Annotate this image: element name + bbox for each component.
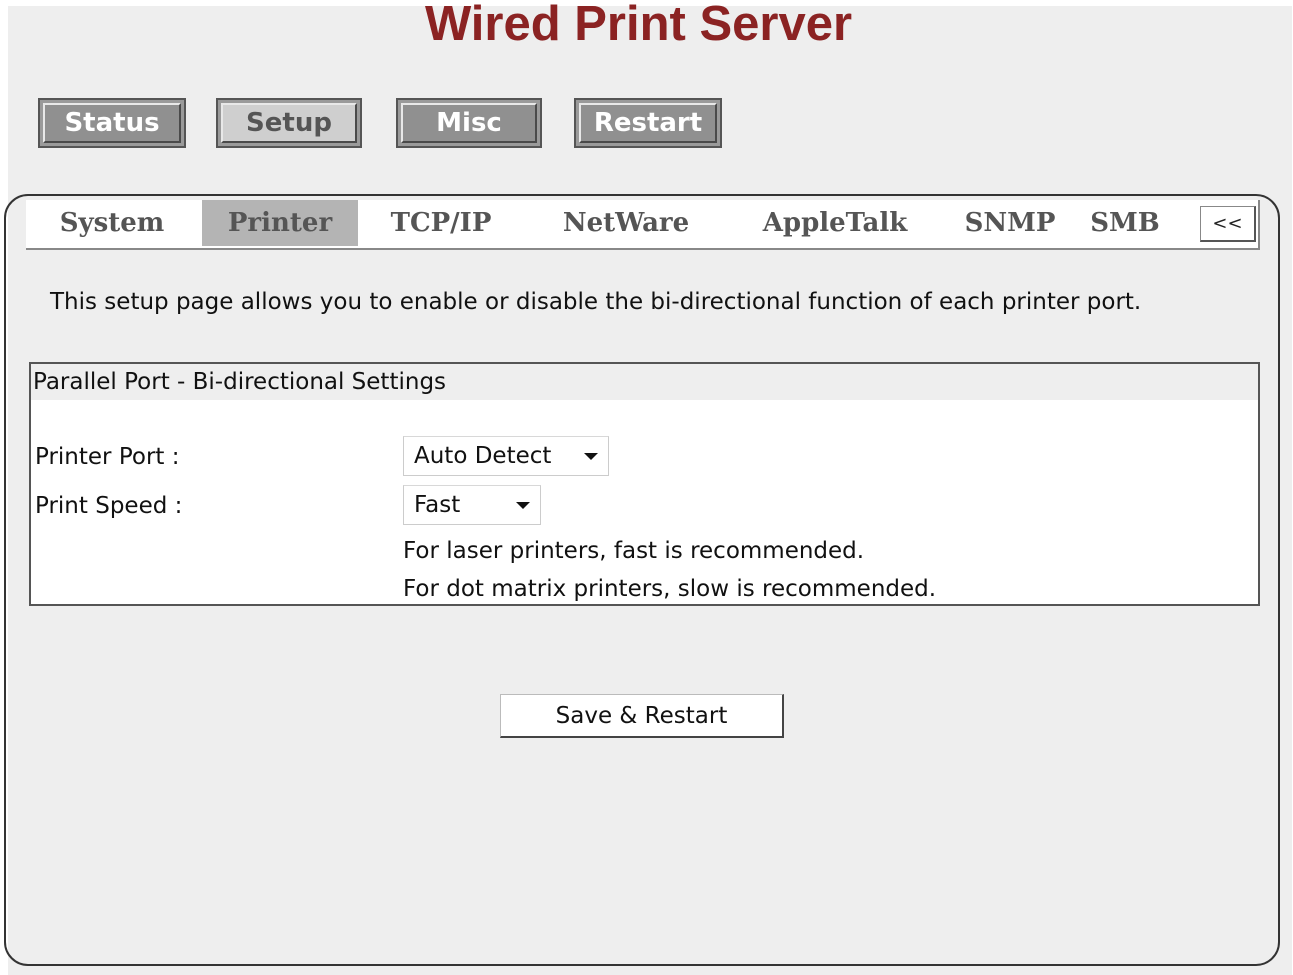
- tab-appletalk[interactable]: AppleTalk: [742, 200, 928, 246]
- chevron-down-icon: [516, 502, 530, 509]
- print-speed-select[interactable]: Fast: [403, 485, 541, 525]
- page-title: Wired Print Server: [424, 0, 853, 51]
- status-button[interactable]: Status: [38, 98, 186, 148]
- setup-button[interactable]: Setup: [216, 98, 362, 148]
- restart-button-label: Restart: [579, 103, 717, 143]
- misc-button[interactable]: Misc: [396, 98, 542, 148]
- printer-port-label: Printer Port :: [35, 444, 180, 470]
- print-speed-value: Fast: [414, 492, 461, 518]
- tab-system[interactable]: System: [30, 200, 194, 246]
- tab-netware[interactable]: NetWare: [536, 200, 716, 246]
- settings-heading: Parallel Port - Bi-directional Settings: [31, 364, 1258, 400]
- bidirectional-settings-box: Parallel Port - Bi-directional Settings …: [29, 362, 1260, 606]
- page-description: This setup page allows you to enable or …: [50, 289, 1142, 315]
- tab-smb[interactable]: SMB: [1078, 200, 1172, 246]
- laser-printer-hint: For laser printers, fast is recommended.: [403, 538, 865, 564]
- print-speed-label: Print Speed :: [35, 493, 183, 519]
- status-button-label: Status: [43, 103, 181, 143]
- tab-snmp[interactable]: SNMP: [952, 200, 1068, 246]
- tab-tcpip[interactable]: TCP/IP: [366, 200, 516, 246]
- setup-button-label: Setup: [221, 103, 357, 143]
- tab-scroll-back-button[interactable]: <<: [1200, 206, 1256, 242]
- setup-tab-bar: System Printer TCP/IP NetWare AppleTalk …: [26, 200, 1260, 250]
- chevron-down-icon: [584, 453, 598, 460]
- restart-button[interactable]: Restart: [574, 98, 722, 148]
- save-restart-button[interactable]: Save & Restart: [500, 694, 784, 738]
- printer-port-select[interactable]: Auto Detect: [403, 436, 609, 476]
- tab-printer[interactable]: Printer: [202, 200, 358, 246]
- printer-port-value: Auto Detect: [414, 443, 552, 469]
- dot-matrix-hint: For dot matrix printers, slow is recomme…: [403, 576, 937, 602]
- misc-button-label: Misc: [401, 103, 537, 143]
